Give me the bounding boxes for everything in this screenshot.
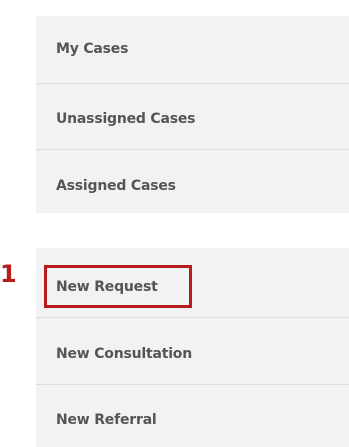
menu-divider: [36, 384, 349, 385]
menu-item-new-referral[interactable]: New Referral: [36, 393, 349, 447]
menu-item-label: Assigned Cases: [56, 178, 176, 194]
menu-divider: [36, 317, 349, 318]
menu-item-assigned-cases[interactable]: Assigned Cases: [36, 159, 349, 213]
menu-item-label: Unassigned Cases: [56, 111, 196, 127]
callout-number: 1: [0, 260, 17, 288]
menu-item-label: New Request: [56, 279, 158, 295]
menu-item-label: New Referral: [56, 412, 157, 428]
menu-item-unassigned-cases[interactable]: Unassigned Cases: [36, 92, 349, 146]
menu-item-new-request[interactable]: New Request: [36, 260, 349, 314]
menu-item-label: New Consultation: [56, 346, 192, 362]
menu-item-new-consultation[interactable]: New Consultation: [36, 327, 349, 381]
new-items-menu: New Request New Consultation New Referra…: [36, 248, 349, 447]
menu-item-my-cases[interactable]: My Cases: [36, 22, 349, 76]
menu-divider: [36, 149, 349, 150]
menu-divider: [36, 83, 349, 84]
cases-menu: My Cases Unassigned Cases Assigned Cases: [36, 16, 349, 213]
menu-item-label: My Cases: [56, 41, 129, 57]
